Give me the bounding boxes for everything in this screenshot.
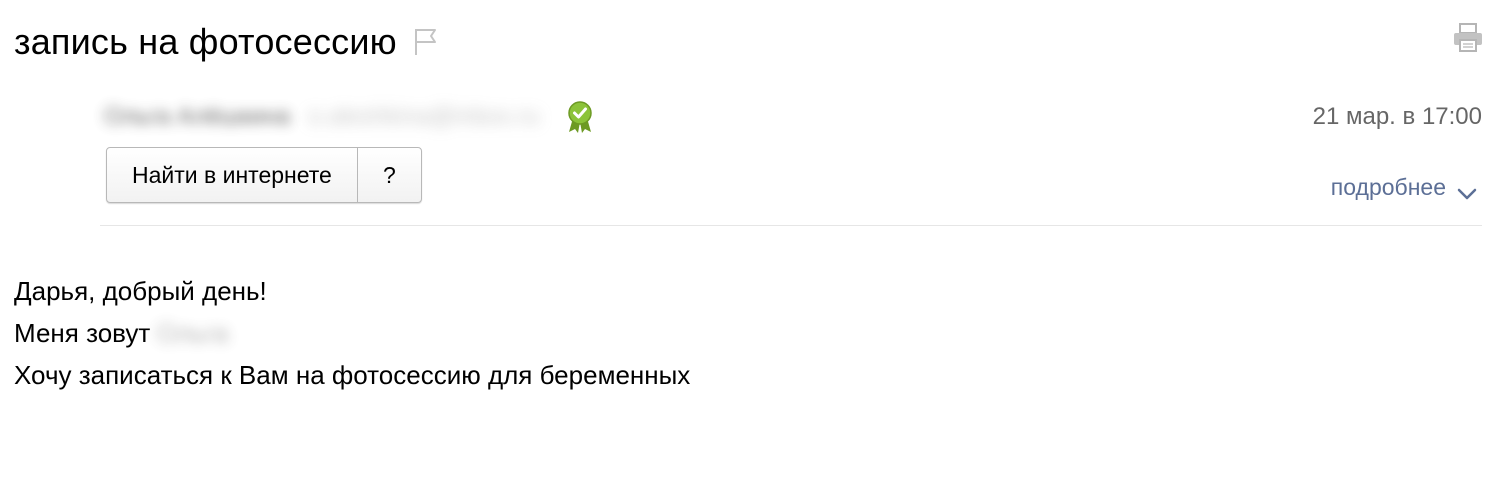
header-divider [100,225,1482,226]
sender-actions: Найти в интернете ? [106,147,422,203]
verified-ribbon-icon [565,100,595,134]
subject-row: запись на фотосессию [14,16,439,68]
message-subject: запись на фотосессию [14,21,397,62]
print-icon[interactable] [1452,22,1484,54]
sender-name[interactable]: Ольга Алёшкина [104,103,290,131]
message-date: 21 мар. в 17:00 [1312,103,1482,130]
blurred-sender-name: Ольга [156,318,229,348]
help-button[interactable]: ? [356,148,421,202]
sender-email[interactable]: o.aleshkina@inbox.ru [308,103,539,131]
sender-row: Ольга Алёшкина o.aleshkina@inbox.ru [104,96,595,138]
body-intro-text: Меня зовут [14,318,151,348]
body-greeting: Дарья, добрый день! [14,276,267,306]
body-intro: Меня зовут Ольга [14,312,690,354]
more-details-label: подробнее [1330,173,1446,200]
flag-icon[interactable] [413,27,439,57]
more-details-link[interactable]: подробнее [1331,170,1478,204]
chevron-down-icon [1456,180,1478,200]
search-web-button[interactable]: Найти в интернете [107,148,357,202]
message-body: Дарья, добрый день! Меня зовут Ольга Хочу… [14,270,690,396]
body-request: Хочу записаться к Вам на фотосессию для … [14,360,691,390]
